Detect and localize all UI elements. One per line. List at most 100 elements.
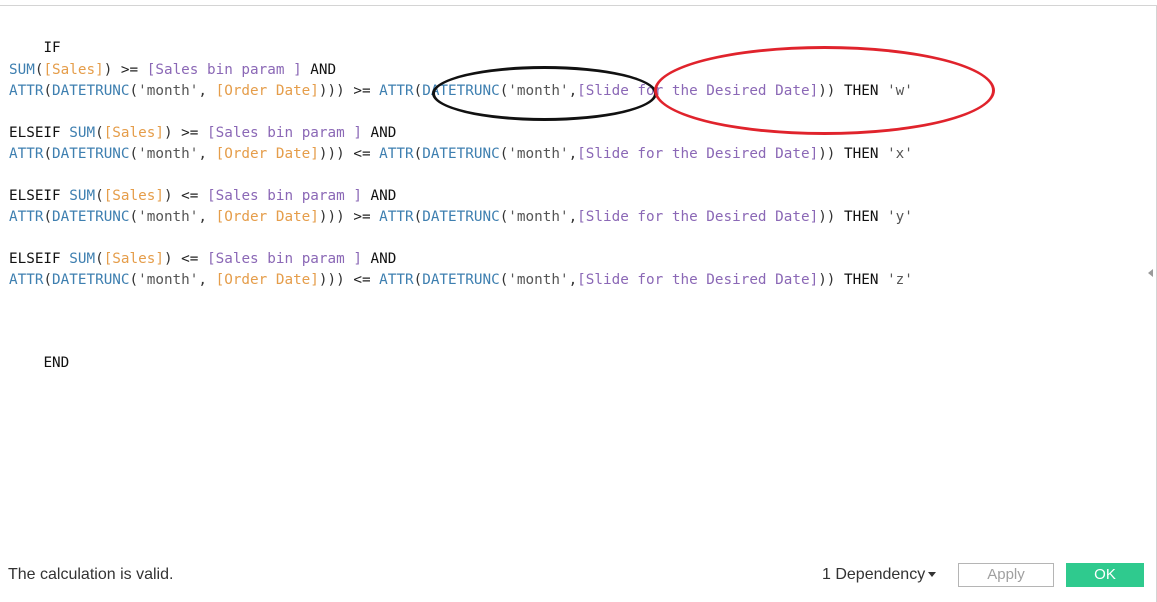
punct-token: ( <box>413 146 423 162</box>
code-line: ELSEIF SUM([Sales]) <= [Sales bin param … <box>9 249 396 269</box>
parameter-token: [Sales bin param ] <box>207 251 362 267</box>
punct-token: ( <box>43 209 53 225</box>
function-token: DATETRUNC <box>422 209 500 225</box>
keyword-token: THEN <box>835 83 888 99</box>
operator-token: <= <box>344 146 380 162</box>
keyword-token: ELSEIF <box>9 125 70 141</box>
code-line: ATTR(DATETRUNC('month', [Order Date]))) … <box>9 144 913 164</box>
string-token: 'z' <box>887 272 913 288</box>
code-line: ATTR(DATETRUNC('month', [Order Date]))) … <box>9 81 913 101</box>
string-token: 'month' <box>138 272 199 288</box>
operator-token: >= <box>344 83 380 99</box>
operator-token: >= <box>344 209 380 225</box>
punct-token: ( <box>413 209 423 225</box>
punct-token: ( <box>413 272 423 288</box>
field-token: [Order Date] <box>215 272 319 288</box>
punct-token: ( <box>95 251 104 267</box>
operator-token: >= <box>112 62 147 78</box>
punct-token: , <box>568 209 578 225</box>
field-token: [Sales] <box>103 188 164 204</box>
punct-token: , <box>198 146 216 162</box>
function-token: DATETRUNC <box>52 146 130 162</box>
punct-token: ))) <box>318 83 345 99</box>
field-token: [Order Date] <box>215 209 319 225</box>
punct-token: , <box>568 146 578 162</box>
keyword-token: AND <box>361 125 397 141</box>
function-token: SUM <box>69 125 96 141</box>
punct-token: ) <box>163 188 173 204</box>
keyword-token: AND <box>361 251 397 267</box>
punct-token: , <box>198 272 216 288</box>
code-line: ATTR(DATETRUNC('month', [Order Date]))) … <box>9 270 913 290</box>
punct-token: ( <box>95 125 104 141</box>
function-token: ATTR <box>379 146 414 162</box>
keyword-token: ELSEIF <box>9 251 70 267</box>
operator-token: <= <box>344 272 380 288</box>
punct-token: , <box>568 272 578 288</box>
punct-token: ) <box>163 251 173 267</box>
string-token: 'month' <box>138 146 199 162</box>
punct-token: ( <box>95 188 104 204</box>
keyword-token: THEN <box>835 209 888 225</box>
punct-token: ))) <box>318 146 345 162</box>
parameter-token: [Sales bin param ] <box>207 125 362 141</box>
punct-token: ( <box>43 83 53 99</box>
string-token: 'month' <box>508 209 569 225</box>
keyword-token: AND <box>301 62 337 78</box>
operator-token: >= <box>172 125 208 141</box>
function-token: ATTR <box>9 209 44 225</box>
operator-token: <= <box>172 188 208 204</box>
code-line: ATTR(DATETRUNC('month', [Order Date]))) … <box>9 207 913 227</box>
punct-token: , <box>198 83 216 99</box>
parameter-token: [Slide for the Desired Date] <box>577 83 819 99</box>
punct-token: ( <box>43 272 53 288</box>
punct-token: ))) <box>318 272 345 288</box>
parameter-token: [Slide for the Desired Date] <box>577 272 819 288</box>
punct-token: ( <box>499 272 509 288</box>
string-token: 'month' <box>508 272 569 288</box>
punct-token: )) <box>818 146 836 162</box>
punct-token: ) <box>163 125 173 141</box>
code-line: SUM([Sales]) >= [Sales bin param ] AND <box>9 60 336 80</box>
punct-token: ( <box>129 209 139 225</box>
punct-token: ( <box>129 146 139 162</box>
keyword-token: END <box>43 355 70 371</box>
string-token: 'month' <box>508 146 569 162</box>
function-token: DATETRUNC <box>52 209 130 225</box>
function-token: ATTR <box>379 83 414 99</box>
string-token: 'x' <box>887 146 913 162</box>
operator-token: <= <box>172 251 208 267</box>
function-token: SUM <box>69 188 96 204</box>
caret-down-icon <box>928 572 937 578</box>
function-token: ATTR <box>379 272 414 288</box>
function-token: ATTR <box>379 209 414 225</box>
function-token: SUM <box>69 251 96 267</box>
apply-button[interactable]: Apply <box>958 563 1054 587</box>
keyword-token: ELSEIF <box>9 188 70 204</box>
code-line: ELSEIF SUM([Sales]) <= [Sales bin param … <box>9 186 396 206</box>
function-token: DATETRUNC <box>422 83 500 99</box>
ok-button[interactable]: OK <box>1066 563 1144 587</box>
dependency-dropdown[interactable]: 1 Dependency <box>822 566 937 584</box>
punct-token: ( <box>499 146 509 162</box>
punct-token: , <box>568 83 578 99</box>
function-token: ATTR <box>9 272 44 288</box>
punct-token: ( <box>129 272 139 288</box>
punct-token: )) <box>818 209 836 225</box>
function-token: DATETRUNC <box>52 83 130 99</box>
calculation-editor[interactable]: IF SUM([Sales]) >= [Sales bin param ] AN… <box>0 0 1150 550</box>
field-token: [Sales] <box>103 125 164 141</box>
parameter-token: [Sales bin param ] <box>146 62 302 78</box>
punct-token: ))) <box>318 209 345 225</box>
function-token: DATETRUNC <box>52 272 130 288</box>
parameter-token: [Sales bin param ] <box>207 188 362 204</box>
dependency-label: 1 Dependency <box>822 566 926 583</box>
keyword-token: IF <box>43 40 61 56</box>
function-token: SUM <box>9 62 35 78</box>
function-token: ATTR <box>9 83 44 99</box>
string-token: 'month' <box>508 83 569 99</box>
function-token: DATETRUNC <box>422 146 500 162</box>
keyword-token: AND <box>361 188 397 204</box>
punct-token: ( <box>499 83 509 99</box>
punct-token: ( <box>43 146 53 162</box>
